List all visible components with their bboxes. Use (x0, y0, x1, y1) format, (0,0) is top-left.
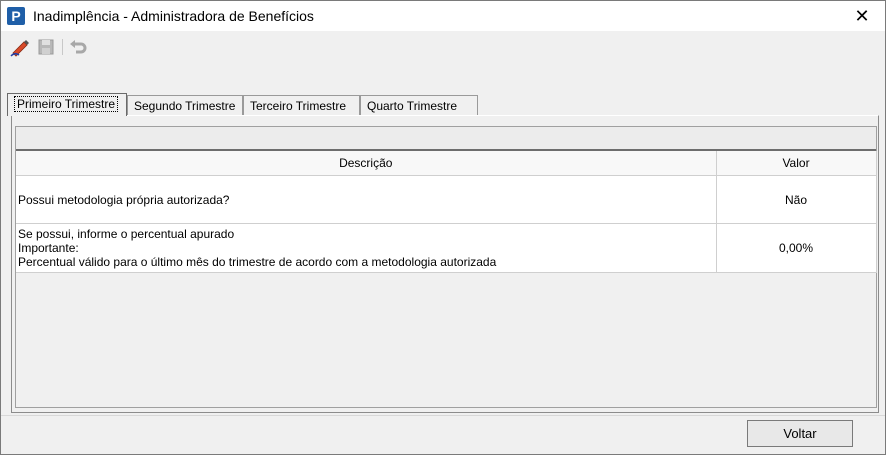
description-line: Se possui, informe o percentual apurado (18, 227, 235, 241)
grid-table: Descrição Valor Possui metodologia própr… (16, 151, 877, 273)
description-line: Importante: (18, 241, 79, 255)
grid-header-row: Descrição Valor (16, 151, 877, 176)
description-cell: Possui metodologia própria autorizada? (16, 175, 717, 224)
table-row[interactable]: Possui metodologia própria autorizada? N… (16, 175, 877, 224)
description-line: Possui metodologia própria autorizada? (18, 192, 230, 207)
tab-label: Segundo Trimestre (134, 99, 236, 113)
tab-terceiro-trimestre[interactable]: Terceiro Trimestre (243, 95, 360, 115)
toolbar-separator (62, 39, 63, 55)
description-line: Percentual válido para o último mês do t… (18, 255, 497, 269)
voltar-button[interactable]: Voltar (747, 420, 853, 447)
table-row[interactable]: Se possui, informe o percentual apurado … (16, 223, 877, 273)
tab-label: Primeiro Trimestre (14, 96, 119, 112)
toolbar (1, 31, 885, 63)
close-button[interactable]: ✕ (839, 1, 885, 31)
application-window: P Inadimplência - Administradora de Bene… (0, 0, 886, 455)
description-cell: Se possui, informe o percentual apurado … (16, 223, 717, 273)
data-grid: Descrição Valor Possui metodologia própr… (15, 126, 877, 408)
tab-quarto-trimestre[interactable]: Quarto Trimestre (360, 95, 478, 115)
title-bar: P Inadimplência - Administradora de Bene… (1, 1, 885, 31)
tab-label: Terceiro Trimestre (250, 99, 347, 113)
edit-icon[interactable] (9, 36, 31, 58)
tab-label: Quarto Trimestre (367, 99, 458, 113)
tab-panel: Descrição Valor Possui metodologia própr… (11, 115, 879, 413)
app-logo-icon: P (7, 7, 25, 25)
grid-group-header (16, 127, 876, 151)
column-header-descricao[interactable]: Descrição (16, 151, 717, 176)
footer-divider (1, 415, 885, 416)
save-icon[interactable] (35, 36, 57, 58)
column-header-valor[interactable]: Valor (716, 151, 877, 176)
window-title: Inadimplência - Administradora de Benefí… (33, 8, 314, 24)
value-cell[interactable]: 0,00% (716, 223, 877, 273)
tab-primeiro-trimestre[interactable]: Primeiro Trimestre (7, 93, 127, 116)
undo-icon[interactable] (67, 36, 89, 58)
value-cell[interactable]: Não (716, 175, 877, 224)
tab-segundo-trimestre[interactable]: Segundo Trimestre (127, 95, 243, 115)
